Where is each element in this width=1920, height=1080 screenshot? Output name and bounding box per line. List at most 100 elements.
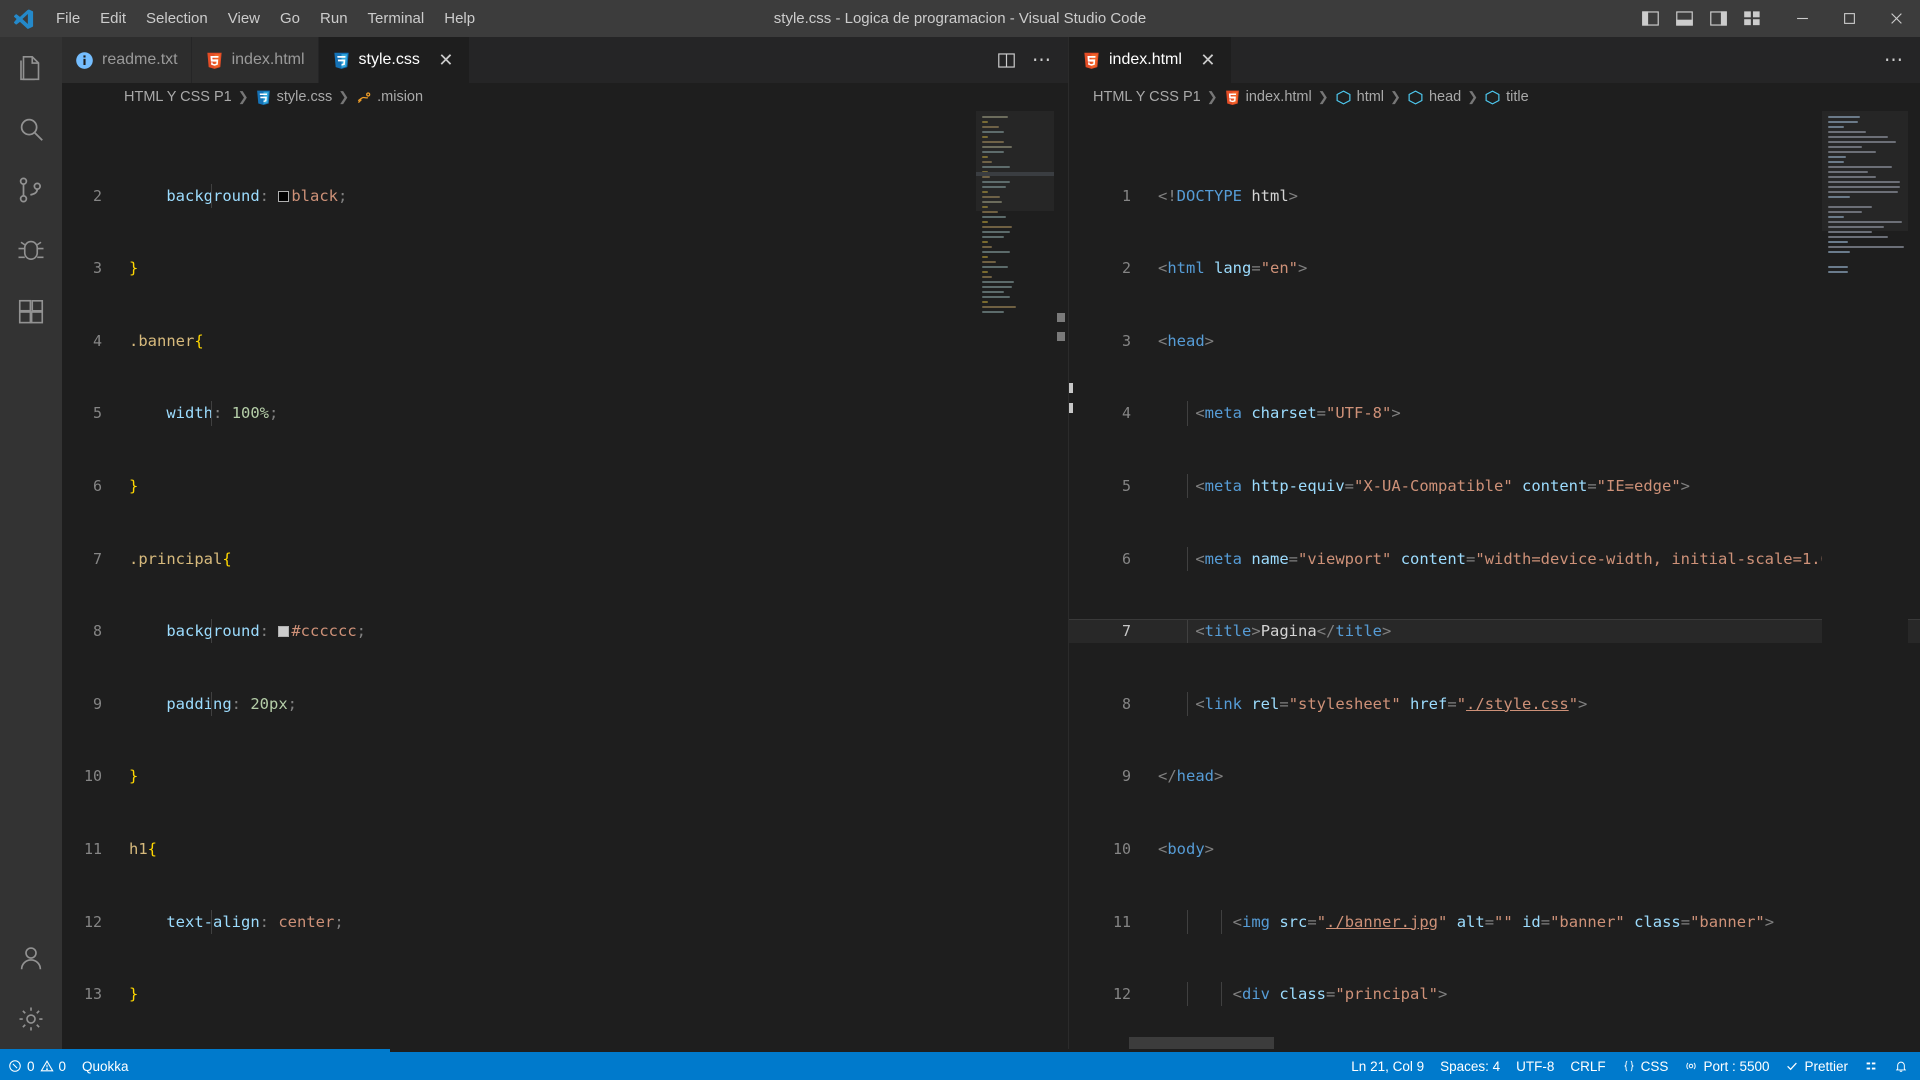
breadcrumb-item-head[interactable]: head: [1407, 89, 1461, 106]
broadcast-icon: [1686, 1062, 1697, 1070]
code-line: 7 .principal{: [62, 547, 1068, 571]
status-label: Spaces: 4: [1440, 1058, 1501, 1074]
sidebar-item-run-and-debug[interactable]: [0, 220, 62, 281]
menu-selection[interactable]: Selection: [136, 0, 218, 37]
code-editor-css[interactable]: 2 background: black; 3} 4 .banner{ 5 widt…: [62, 111, 1068, 1049]
editor-area: readme.txt index.html style.css ✕ ⋯ HTML…: [62, 37, 1920, 1049]
split-editor-icon[interactable]: [990, 44, 1022, 76]
code-line: 11 <img src="./banner.jpg" alt="" id="ba…: [1069, 909, 1920, 934]
code-line: 13}: [62, 982, 1068, 1006]
manage-settings-button[interactable]: [0, 988, 62, 1049]
sidebar-item-source-control[interactable]: [0, 159, 62, 220]
menu-view[interactable]: View: [218, 0, 270, 37]
breadcrumb-item-file[interactable]: index.html: [1224, 89, 1312, 106]
breadcrumb-item-project[interactable]: HTML Y CSS P1: [1093, 89, 1201, 105]
line-number: 12: [1112, 985, 1131, 1004]
toggle-primary-sidebar-icon[interactable]: [1633, 0, 1667, 37]
code-line-current: 7 <title>Pagina</title>: [1069, 619, 1920, 644]
editor-group-right: index.html ✕ ⋯ HTML Y CSS P1 ❯ index.htm…: [1069, 37, 1920, 1049]
status-cursor-position[interactable]: Ln 21, Col 9: [1343, 1052, 1432, 1080]
line-number: 8: [1121, 694, 1131, 713]
minimap-html[interactable]: [1822, 111, 1908, 1049]
menu-go[interactable]: Go: [270, 0, 310, 37]
more-actions-icon[interactable]: ⋯: [1878, 44, 1910, 76]
breadcrumb-label: head: [1428, 89, 1462, 105]
status-prettier[interactable]: Prettier: [1777, 1052, 1856, 1080]
symbol-tag-icon: [1335, 89, 1352, 106]
breadcrumb-item-html[interactable]: html: [1335, 89, 1384, 106]
gear-icon: [19, 1007, 43, 1030]
source-control-icon: [19, 177, 41, 203]
tab-label: index.html: [1109, 51, 1182, 68]
tab-index-html[interactable]: index.html: [191, 37, 319, 83]
vscode-logo-icon: [0, 8, 46, 30]
tab-index-html-right[interactable]: index.html ✕: [1069, 37, 1232, 83]
tab-readme-txt[interactable]: readme.txt: [62, 37, 192, 83]
color-swatch-cccccc[interactable]: [278, 626, 290, 638]
status-remote-indicator[interactable]: [1856, 1052, 1886, 1080]
sidebar-item-extensions[interactable]: [0, 281, 62, 342]
html5-icon: [1224, 89, 1241, 106]
code-line: 2 background: black;: [62, 183, 1068, 208]
chevron-right-icon: ❯: [338, 89, 350, 104]
code-line: 8 background: #cccccc;: [62, 619, 1068, 644]
remote-icon: [1866, 1062, 1876, 1070]
accounts-button[interactable]: [0, 927, 62, 988]
breadcrumb-item-file[interactable]: style.css: [255, 89, 332, 106]
code-line: 12 text-align: center;: [62, 909, 1068, 934]
line-number: 10: [1112, 839, 1131, 858]
close-button[interactable]: [1873, 0, 1920, 37]
status-indentation[interactable]: Spaces: 4: [1432, 1052, 1508, 1080]
tab-bar-left: readme.txt index.html style.css ✕ ⋯: [62, 37, 1068, 83]
breadcrumb-item-symbol[interactable]: .mision: [355, 89, 423, 106]
editor-scrollbar-css[interactable]: [1054, 111, 1068, 1049]
horizontal-scrollbar-html[interactable]: [1129, 1037, 1274, 1049]
status-encoding[interactable]: UTF-8: [1508, 1052, 1562, 1080]
menu-file[interactable]: File: [46, 0, 90, 37]
breadcrumb-label: html: [1356, 89, 1385, 105]
color-swatch-black[interactable]: [278, 190, 290, 202]
sidebar-item-search[interactable]: [0, 98, 62, 159]
status-language-mode[interactable]: CSS: [1614, 1052, 1677, 1080]
menu-help[interactable]: Help: [434, 0, 485, 37]
files-icon: [20, 55, 40, 80]
status-live-server-port[interactable]: Port : 5500: [1676, 1052, 1777, 1080]
line-number: 12: [83, 912, 102, 931]
chevron-right-icon: ❯: [1206, 89, 1218, 104]
symbol-tag-icon: [1484, 89, 1501, 106]
code-line: 10 <body>: [1069, 837, 1920, 861]
tab-close-icon[interactable]: ✕: [436, 51, 456, 69]
toggle-secondary-sidebar-icon[interactable]: [1701, 0, 1735, 37]
status-problems[interactable]: 0 0: [0, 1052, 74, 1080]
tab-label: style.css: [358, 51, 420, 68]
breadcrumb-item-project[interactable]: HTML Y CSS P1: [124, 89, 232, 105]
minimize-button[interactable]: [1779, 0, 1826, 37]
tab-style-css[interactable]: style.css ✕: [318, 37, 470, 83]
maximize-button[interactable]: [1826, 0, 1873, 37]
overview-ruler-mark: [1069, 383, 1073, 393]
status-quokka[interactable]: Quokka: [74, 1052, 137, 1080]
title-bar: File Edit Selection View Go Run Terminal…: [0, 0, 1920, 37]
line-number: 7: [1121, 622, 1131, 641]
status-eol[interactable]: CRLF: [1562, 1052, 1613, 1080]
toggle-panel-icon[interactable]: [1667, 0, 1701, 37]
customize-layout-icon[interactable]: [1735, 0, 1769, 37]
more-actions-icon[interactable]: ⋯: [1026, 44, 1058, 76]
code-editor-html[interactable]: 1 <!DOCTYPE html> 2 <html lang="en"> 3 <hea…: [1069, 111, 1920, 1049]
code-line: 12 <div class="principal">: [1069, 982, 1920, 1007]
menu-edit[interactable]: Edit: [90, 0, 136, 37]
menu-run[interactable]: Run: [310, 0, 358, 37]
minimap-css[interactable]: [976, 111, 1054, 1049]
tab-close-icon[interactable]: ✕: [1198, 51, 1218, 69]
breadcrumb-left: HTML Y CSS P1 ❯ style.css ❯ .mision: [62, 83, 1068, 111]
status-label: Port : 5500: [1703, 1058, 1770, 1074]
code-line: 3 <head>: [1069, 329, 1920, 353]
menu-terminal[interactable]: Terminal: [358, 0, 435, 37]
code-line: 3}: [62, 256, 1068, 280]
error-count: 0: [27, 1058, 35, 1074]
line-number: 5: [1121, 476, 1131, 495]
breadcrumb-label: .mision: [377, 89, 424, 105]
breadcrumb-item-title[interactable]: title: [1484, 89, 1529, 106]
sidebar-item-explorer[interactable]: [0, 37, 62, 98]
status-notifications[interactable]: [1886, 1052, 1916, 1080]
